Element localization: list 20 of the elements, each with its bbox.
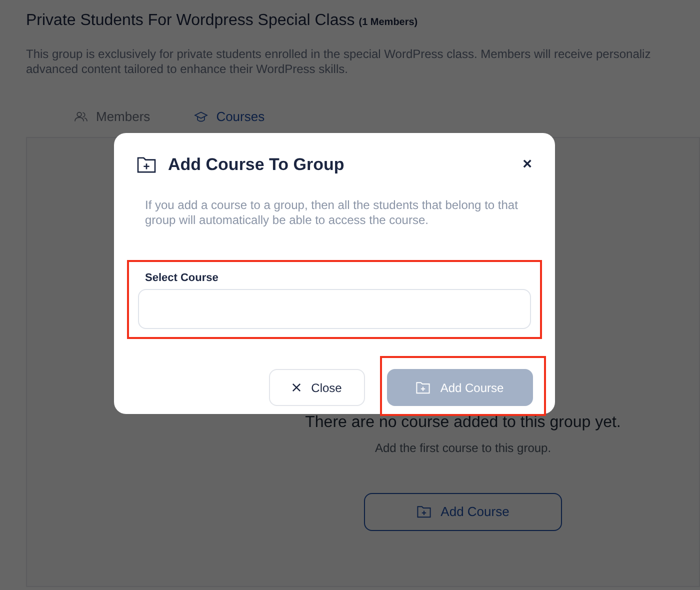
group-title: Private Students For Wordpress Special Class	[26, 11, 355, 31]
folder-plus-icon	[416, 505, 431, 518]
empty-state-subtitle: Add the first course to this group.	[374, 440, 552, 456]
close-icon	[292, 383, 302, 392]
description-text: advanced content tailored to enhance their WordPress skills.	[26, 62, 349, 77]
users-icon	[74, 110, 88, 123]
tab[interactable]: Members	[52, 107, 172, 136]
graduation-cap-icon	[194, 110, 208, 123]
field-label: Select Course	[145, 270, 220, 286]
description-text: This group is exclusively for private students enrolled in the special WordPress class. Members will receive personaliz	[26, 47, 652, 62]
folder-plus-icon	[137, 156, 156, 174]
dialog-title: Add Course To Group	[168, 154, 344, 176]
close-button[interactable]: ×	[522, 156, 532, 173]
dialog-description: If you add a course to a group, then all the students that belong to that group will automatically be able to access the course.	[145, 198, 519, 228]
add-course-button[interactable]: Add Course	[364, 492, 562, 530]
empty-state-title: There are no course added to this group yet.	[305, 412, 621, 432]
select-course-field[interactable]	[138, 289, 531, 329]
close-button[interactable]: Close	[269, 369, 365, 406]
member-count: (1 Members)	[358, 16, 418, 30]
folder-plus-icon	[416, 381, 430, 394]
